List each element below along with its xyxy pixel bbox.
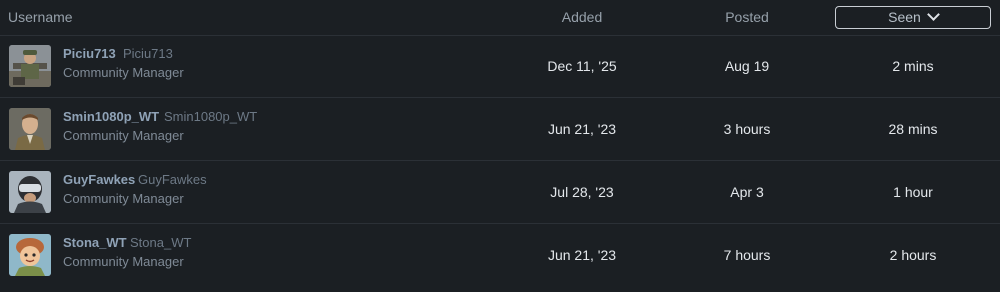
avatar[interactable] [9, 171, 51, 213]
users-table: Username Added Posted Seen Piciu713 Pici… [0, 0, 1000, 292]
column-header-username[interactable]: Username [8, 0, 73, 35]
chevron-down-icon [926, 8, 940, 21]
posted-value: Aug 19 [724, 58, 770, 74]
pilot-helmet-avatar [9, 171, 51, 213]
user-display-name: Stona_WT [130, 235, 192, 250]
seen-value: 28 mins [888, 121, 938, 137]
table-header: Username Added Posted Seen [0, 0, 1000, 36]
avatar[interactable] [9, 108, 51, 150]
user-display-name: Smin1080p_WT [164, 109, 258, 124]
user-display-name: Piciu713 [123, 46, 173, 61]
table-row: Piciu713 Piciu713 Community Manager Dec … [0, 35, 1000, 98]
avatar[interactable] [9, 234, 51, 276]
user-title: Community Manager [63, 254, 184, 269]
username-link[interactable]: Smin1080p_WT [63, 109, 159, 124]
avatar[interactable] [9, 45, 51, 87]
column-header-added[interactable]: Added [532, 0, 632, 35]
column-header-posted[interactable]: Posted [697, 0, 797, 35]
cartoon-character-avatar [9, 234, 51, 276]
user-title: Community Manager [63, 191, 184, 206]
posted-value: Apr 3 [730, 184, 764, 200]
officer-portrait-avatar [9, 108, 51, 150]
username-link[interactable]: GuyFawkes [63, 172, 135, 187]
column-header-seen-sort-button[interactable]: Seen [835, 6, 991, 29]
user-title: Community Manager [63, 65, 184, 80]
added-value: Jul 28, '23 [550, 184, 614, 200]
table-row: GuyFawkes GuyFawkes Community Manager Ju… [0, 161, 1000, 224]
user-display-name: GuyFawkes [138, 172, 207, 187]
seen-value: 2 mins [892, 58, 934, 74]
user-title: Community Manager [63, 128, 184, 143]
seen-value: 2 hours [889, 247, 937, 263]
posted-value: 7 hours [723, 247, 771, 263]
table-row: Smin1080p_WT Smin1080p_WT Community Mana… [0, 98, 1000, 161]
added-value: Jun 21, '23 [547, 121, 617, 137]
posted-value: 3 hours [723, 121, 771, 137]
username-link[interactable]: Stona_WT [63, 235, 127, 250]
column-header-seen-label: Seen [888, 9, 921, 25]
username-link[interactable]: Piciu713 [63, 46, 116, 61]
added-value: Jun 21, '23 [547, 247, 617, 263]
seen-value: 1 hour [893, 184, 933, 200]
soldier-with-cannon-avatar [9, 45, 51, 87]
table-row: Stona_WT Stona_WT Community Manager Jun … [0, 224, 1000, 286]
added-value: Dec 11, '25 [547, 58, 617, 74]
